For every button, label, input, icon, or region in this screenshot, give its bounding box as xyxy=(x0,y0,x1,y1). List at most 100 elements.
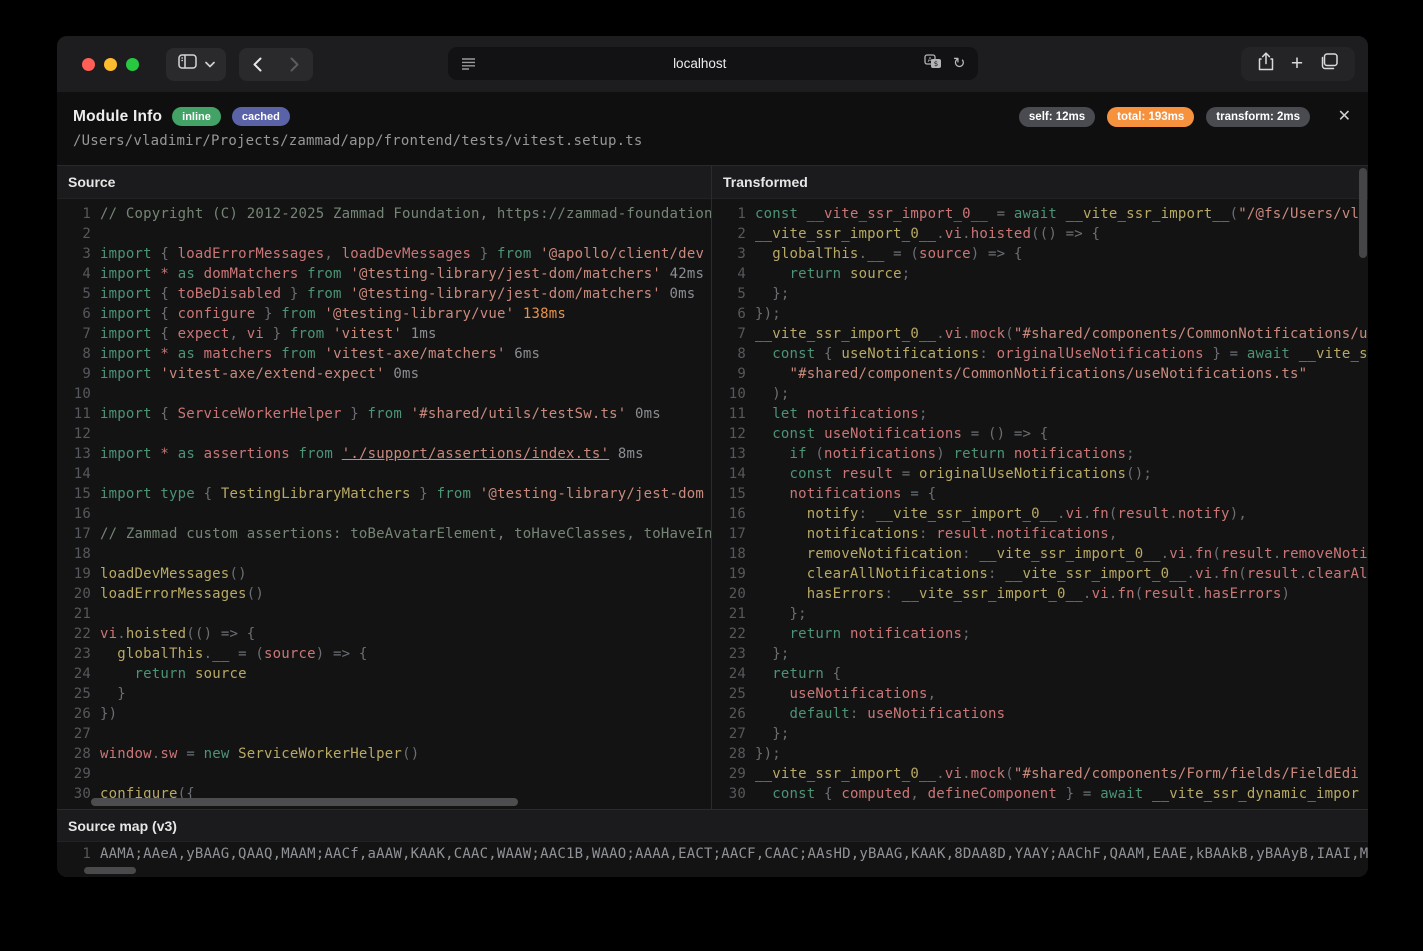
token: = () => { xyxy=(962,426,1048,442)
token: 6ms xyxy=(506,346,541,362)
token: source xyxy=(264,646,316,662)
horizontal-scrollbar[interactable] xyxy=(91,798,518,806)
code-content: import * as assertions from './support/a… xyxy=(100,446,644,466)
translate-icon[interactable]: $A xyxy=(924,54,942,74)
token: , xyxy=(928,686,937,702)
timing-badge: transform: 2ms xyxy=(1206,107,1310,127)
token: { xyxy=(152,306,178,322)
token: result xyxy=(1221,546,1273,562)
line-number: 5 xyxy=(712,286,746,306)
token: defineComponent xyxy=(928,786,1057,802)
token: matchers xyxy=(204,346,273,362)
sourcemap-title: Source map (v3) xyxy=(57,810,1368,842)
token: , xyxy=(229,326,246,342)
token xyxy=(755,786,772,802)
vertical-scrollbar[interactable] xyxy=(1359,168,1367,258)
line-number: 26 xyxy=(57,706,91,726)
token: . xyxy=(117,626,126,642)
token: } xyxy=(342,406,368,422)
token: . xyxy=(936,226,945,242)
token: notifications xyxy=(807,406,919,422)
token: notifications xyxy=(824,446,936,462)
token: 1ms xyxy=(402,326,437,342)
sourcemap-scrollbar[interactable] xyxy=(84,867,136,874)
token: : xyxy=(988,566,1005,582)
token xyxy=(333,446,342,462)
line-number: 27 xyxy=(57,726,91,746)
maximize-window-button[interactable] xyxy=(126,58,139,71)
page-title: Module Info xyxy=(73,108,162,126)
token: '@testing-library/jest-dom xyxy=(480,486,704,502)
token xyxy=(798,206,807,222)
tab-overview-icon[interactable] xyxy=(1320,53,1338,75)
code-content: const result = originalUseNotifications(… xyxy=(755,466,1152,486)
token: useNotifications xyxy=(867,706,1005,722)
line-number: 20 xyxy=(57,586,91,606)
token: useNotifications xyxy=(824,426,962,442)
address-bar[interactable]: localhost $A ↻ xyxy=(448,47,978,80)
url-text[interactable]: localhost xyxy=(476,56,924,71)
token: __vite_ssr_dynamic_impor xyxy=(1152,786,1359,802)
line-number: 2 xyxy=(57,226,91,246)
token: ; xyxy=(902,266,911,282)
line-number: 13 xyxy=(712,446,746,466)
reload-icon[interactable]: ↻ xyxy=(953,56,966,71)
token: return xyxy=(954,446,1006,462)
back-button[interactable] xyxy=(239,57,276,72)
line-number: 25 xyxy=(712,686,746,706)
token xyxy=(195,446,204,462)
browser-toolbar: localhost $A ↻ + xyxy=(57,36,1368,92)
new-tab-icon[interactable]: + xyxy=(1291,53,1303,74)
code-line: 18 removeNotification: __vite_ssr_import… xyxy=(712,546,1368,566)
code-line: 3 globalThis.__ = (source) => { xyxy=(712,246,1368,266)
token: 8ms xyxy=(609,446,644,462)
token: ( xyxy=(1238,566,1247,582)
token: . xyxy=(962,326,971,342)
line-number: 15 xyxy=(57,486,91,506)
token: "#shared/components/CommonNotifications/… xyxy=(790,366,1308,382)
token xyxy=(755,426,772,442)
code-content: // Zammad custom assertions: toBeAvatarE… xyxy=(100,526,711,546)
svg-text:A: A xyxy=(928,56,933,64)
sidebar-toggle-button[interactable] xyxy=(166,48,226,81)
token: . xyxy=(1057,506,1066,522)
code-content: "#shared/components/CommonNotifications/… xyxy=(755,366,1307,386)
token: result xyxy=(1247,566,1299,582)
close-window-button[interactable] xyxy=(82,58,95,71)
token xyxy=(1290,346,1299,362)
token: as xyxy=(178,266,195,282)
share-icon[interactable] xyxy=(1258,52,1274,76)
code-line: 26 default: useNotifications xyxy=(712,706,1368,726)
token: return xyxy=(135,666,187,682)
token: () xyxy=(402,746,419,762)
token: . xyxy=(936,766,945,782)
token: . xyxy=(1161,546,1170,562)
token: . xyxy=(1083,506,1092,522)
code-line: 9 "#shared/components/CommonNotification… xyxy=(712,366,1368,386)
code-line: 6import { configure } from '@testing-lib… xyxy=(57,306,711,326)
code-line: 27 xyxy=(57,726,711,746)
token xyxy=(299,266,308,282)
token: { xyxy=(815,346,841,362)
token: vi xyxy=(945,326,962,342)
close-icon[interactable]: ✕ xyxy=(1338,106,1351,126)
token: . xyxy=(988,526,997,542)
token: return xyxy=(790,266,842,282)
token: let xyxy=(772,406,798,422)
minimize-window-button[interactable] xyxy=(104,58,117,71)
line-number: 2 xyxy=(712,226,746,246)
reader-icon[interactable] xyxy=(461,57,476,70)
module-path: /Users/vladimir/Projects/zammad/app/fron… xyxy=(73,133,1368,149)
sourcemap-section: Source map (v3) 1 AAMA;AAeA,yBAAG,QAAQ,M… xyxy=(57,809,1368,877)
token: "#shared/components/Form/fields/FieldEdi xyxy=(1014,766,1359,782)
forward-button[interactable] xyxy=(276,57,313,72)
token: * xyxy=(160,266,169,282)
token: return xyxy=(790,626,842,642)
code-content: loadDevMessages() xyxy=(100,566,247,586)
token: __vite_s xyxy=(1299,346,1368,362)
code-content: const { useNotifications: originalUseNot… xyxy=(755,346,1368,366)
code-line: 5import { toBeDisabled } from '@testing-… xyxy=(57,286,711,306)
token: mock xyxy=(971,326,1006,342)
token: ; xyxy=(919,406,928,422)
line-number: 29 xyxy=(712,766,746,786)
